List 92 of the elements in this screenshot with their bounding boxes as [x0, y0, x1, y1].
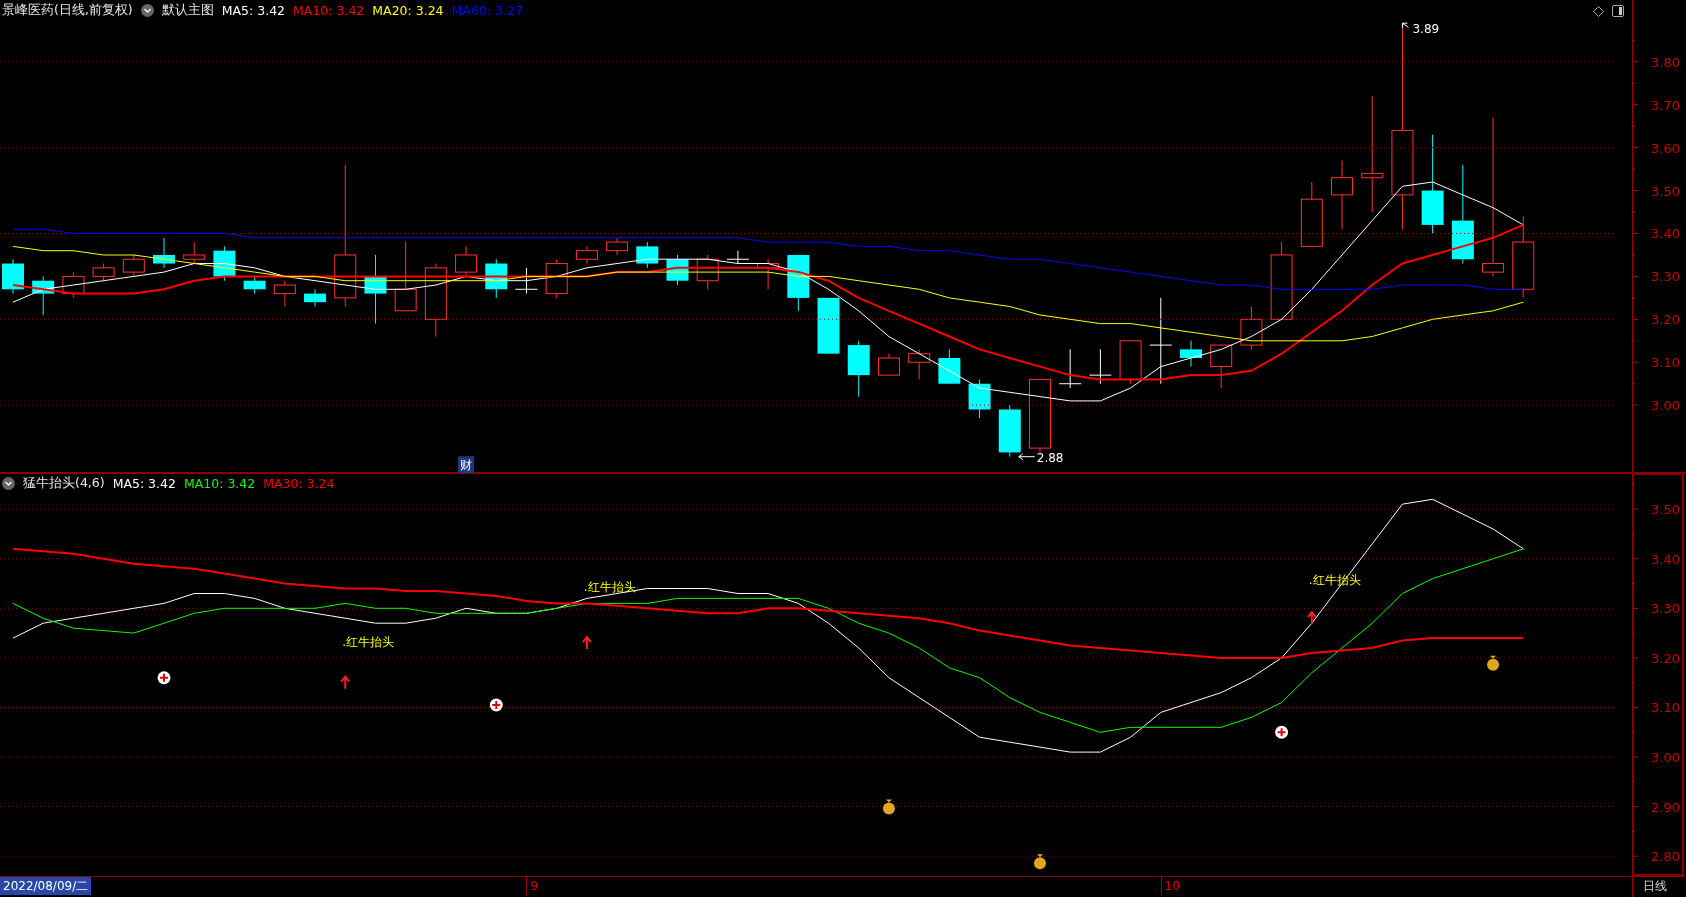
left-arrow-icon	[1018, 453, 1036, 461]
y-axis-label: 2.90	[1651, 799, 1680, 815]
plus-circle-icon	[1275, 725, 1289, 739]
candlestick	[153, 237, 175, 269]
candlestick	[62, 271, 85, 299]
y-axis-label: 3.50	[1651, 183, 1680, 199]
low-price-label: 2.88	[1036, 450, 1064, 465]
y-axis-label: 3.20	[1651, 650, 1680, 666]
candlestick	[485, 258, 508, 299]
candlestick	[1240, 305, 1263, 350]
y-axis-label: 2.80	[1651, 849, 1680, 865]
y-axis-label: 3.80	[1651, 54, 1680, 70]
y-axis-label: 3.40	[1651, 226, 1680, 242]
plus-circle-icon	[157, 671, 171, 685]
y-axis-label: 3.00	[1651, 750, 1680, 766]
candlestick	[606, 237, 629, 256]
candlestick	[122, 254, 145, 277]
candlestick	[938, 348, 961, 385]
moving-average-legend: MA10: 3.42	[293, 3, 365, 18]
date-label: 2022/08/09/二	[0, 877, 92, 895]
candlestick	[2, 258, 24, 295]
candlestick	[455, 245, 478, 277]
y-axis-label: 3.60	[1651, 140, 1680, 156]
candlestick	[394, 241, 417, 312]
y-axis-label: 3.10	[1651, 355, 1680, 371]
indicator-title: 猛牛抬头(4,6)	[23, 475, 105, 492]
month-label: 9	[526, 877, 539, 895]
y-axis-label: 3.30	[1651, 601, 1680, 617]
y-axis-label: 3.10	[1651, 700, 1680, 716]
template-label[interactable]: 默认主图	[161, 2, 214, 19]
candlestick	[877, 353, 900, 376]
up-arrow-icon	[1306, 610, 1317, 626]
y-axis-label: 3.40	[1651, 551, 1680, 567]
candlestick	[1331, 160, 1354, 230]
moving-average-legend: MA60: 3.27	[451, 3, 523, 18]
dropdown-chevron-icon[interactable]	[140, 4, 154, 17]
candlestick	[304, 288, 327, 307]
candlestick	[998, 404, 1021, 458]
candlestick	[213, 245, 236, 282]
candlestick	[1300, 181, 1323, 247]
candlestick	[908, 348, 931, 380]
candlestick	[757, 258, 780, 290]
candlestick	[1119, 340, 1142, 385]
candlestick	[636, 241, 659, 269]
money-bag-icon	[1487, 655, 1500, 671]
candlestick	[575, 245, 598, 265]
dropdown-chevron-icon[interactable]	[2, 477, 15, 490]
candlestick	[787, 254, 810, 312]
high-price-label: 3.89	[1412, 22, 1440, 37]
candlestick	[1210, 344, 1233, 389]
money-bag-icon	[882, 799, 895, 815]
y-axis-label: 3.50	[1651, 502, 1680, 518]
candlestick	[696, 254, 719, 290]
y-axis-label: 3.30	[1651, 269, 1680, 285]
finance-badge[interactable]: 财	[458, 456, 475, 473]
candlestick	[515, 267, 538, 295]
signal-label: .红牛抬头	[583, 580, 636, 594]
plus-circle-icon	[489, 698, 503, 712]
panel-toggle-icon[interactable]	[1612, 5, 1624, 17]
candlestick	[243, 275, 266, 295]
period-tab[interactable]: 日线	[1632, 877, 1677, 897]
month-label: 10	[1160, 877, 1181, 895]
candlestick	[32, 275, 55, 316]
signal-label: .红牛抬头	[1308, 572, 1361, 587]
moving-average-legend: MA10: 3.42	[183, 476, 256, 491]
y-axis-label: 3.70	[1651, 97, 1680, 113]
moving-average-legend: MA20: 3.24	[372, 3, 444, 18]
candlestick	[183, 241, 206, 265]
candlestick	[1180, 340, 1202, 368]
stock-title: 景峰医药(日线,前复权)	[2, 2, 133, 19]
up-arrow-icon	[581, 635, 592, 651]
candlestick	[364, 254, 387, 325]
candlestick	[847, 340, 870, 398]
candlestick	[666, 254, 689, 286]
diamond-icon[interactable]	[1593, 6, 1604, 17]
candlestick	[726, 250, 750, 265]
candlestick	[1088, 348, 1112, 385]
candlestick	[92, 263, 115, 282]
candlestick	[817, 297, 840, 355]
money-bag-icon	[1033, 854, 1046, 870]
candlestick	[273, 280, 296, 307]
up-arrow-icon	[340, 675, 351, 690]
candlestick	[1058, 348, 1082, 389]
signal-label: .红牛抬头	[342, 634, 395, 649]
candlestick	[968, 378, 991, 419]
high-marker-icon	[1401, 22, 1409, 29]
moving-average-legend: MA5: 3.42	[221, 3, 286, 18]
moving-average-legend: MA5: 3.42	[112, 476, 176, 491]
moving-average-legend: MA30: 3.24	[263, 476, 335, 491]
y-axis-label: 3.20	[1651, 312, 1680, 328]
candlestick	[545, 258, 568, 299]
y-axis-label: 3.00	[1651, 398, 1680, 414]
